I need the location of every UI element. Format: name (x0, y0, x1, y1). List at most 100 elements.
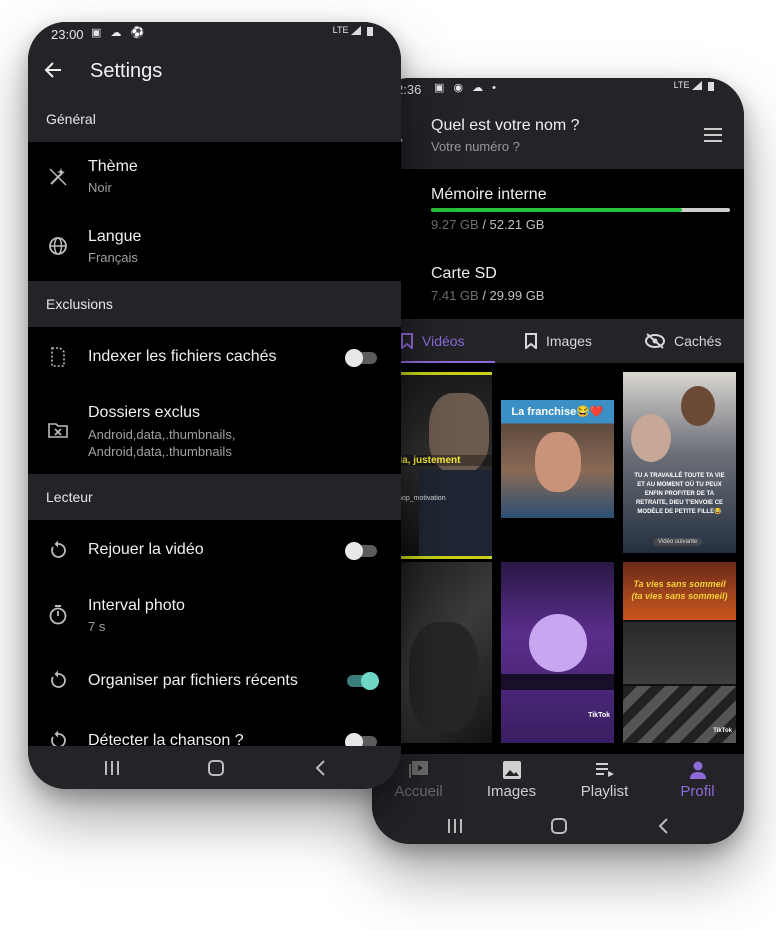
network-type: LTE (332, 25, 349, 35)
person-figure (535, 432, 581, 492)
replay-icon (51, 670, 66, 688)
person-icon (689, 761, 706, 779)
next-video-chip[interactable]: Vidéo suivante (653, 538, 703, 546)
setting-value: Noir (88, 180, 112, 195)
storage-progress-fill (431, 208, 683, 212)
nav-playlist[interactable]: Playlist (558, 754, 651, 808)
back-arrow-icon[interactable] (43, 60, 63, 80)
video-watermark: TikTok (588, 712, 610, 719)
nav-images[interactable]: Images (465, 754, 558, 808)
replay-icon (51, 540, 66, 558)
home-icon[interactable] (207, 759, 225, 777)
storage-title: Carte SD (431, 265, 497, 282)
network-type: LTE (673, 80, 690, 90)
image-icon (502, 761, 521, 779)
video-thumbnail[interactable]: Ta vies sans sommeil (ta vies sans somme… (623, 562, 736, 743)
storage-total: 29.99 GB (489, 288, 545, 303)
video-watermark: TikTok (713, 728, 732, 734)
setting-title: Thème (88, 158, 138, 175)
setting-title: Indexer les fichiers cachés (88, 348, 277, 365)
toggle-knob (345, 349, 363, 367)
setting-photo-interval[interactable]: Interval photo 7 s (28, 580, 401, 650)
toggle-knob (345, 542, 363, 560)
storage-used: 7.41 GB (431, 288, 479, 303)
tab-images[interactable]: Images (524, 319, 592, 363)
storage-internal[interactable]: Mémoire interne 9.27 GB / 52.21 GB (372, 169, 744, 245)
status-time: 23:00 (51, 27, 84, 42)
setting-replay-video[interactable]: Rejouer la vidéo (28, 520, 401, 580)
storage-usage: 7.41 GB / 29.99 GB (431, 288, 544, 303)
child-figure (681, 386, 715, 426)
toggle-switch[interactable] (347, 672, 379, 690)
system-navigation-bar (372, 808, 744, 844)
profile-name[interactable]: Quel est votre nom ? (431, 117, 580, 135)
setting-language[interactable]: Langue Français (28, 212, 401, 281)
playlist-icon (595, 763, 614, 777)
tab-label: Images (546, 333, 592, 349)
toggle-knob (345, 733, 363, 746)
globe-icon (49, 237, 67, 255)
toggle-switch[interactable] (345, 542, 377, 560)
tab-videos[interactable]: Vidéos (372, 319, 495, 363)
signal-battery-icon: LTE (674, 80, 718, 91)
setting-sort-recent[interactable]: Organiser par fichiers récents (28, 650, 401, 710)
notification-icons: ▣ ◉ ☁ • (434, 82, 500, 94)
person-figure (409, 622, 479, 732)
moon-shape (529, 614, 587, 672)
toggle-knob (361, 672, 379, 690)
system-navigation-bar (28, 746, 401, 789)
nav-profile[interactable]: Profil (651, 754, 744, 808)
bookmark-icon (401, 333, 413, 349)
nav-label: Playlist (580, 783, 629, 800)
bookmark-icon (525, 333, 537, 349)
settings-phone: 23:00 ▣ ☁ ⚽ LTE Settings Général Thème N… (28, 22, 401, 789)
section-header-player: Lecteur (28, 474, 401, 520)
status-bar: 23:00 ▣ ☁ ⚽ LTE (28, 22, 401, 48)
recents-icon[interactable] (104, 760, 120, 775)
setting-title: Organiser par fichiers récents (88, 672, 298, 689)
signal-icon (351, 25, 373, 36)
recents-icon[interactable] (447, 819, 463, 833)
setting-detect-song[interactable]: Détecter la chanson ? (28, 710, 401, 746)
setting-title: Langue (88, 228, 142, 245)
toggle-switch[interactable] (345, 349, 377, 367)
video-thumbnail[interactable]: TikTok (501, 562, 614, 743)
menu-icon[interactable] (704, 128, 722, 142)
bottom-navigation: Accueil Images Playlist Profil (372, 754, 744, 808)
storage-total: 52.21 GB (489, 217, 545, 232)
video-caption: La franchise😂❤️ (511, 406, 604, 418)
tab-hidden[interactable]: Cachés (644, 319, 721, 363)
replay-icon (51, 730, 66, 746)
setting-excluded-folders[interactable]: Dossiers exclus Android,data,.thumbnails… (28, 387, 401, 474)
video-caption: Ta vies sans sommeil (ta vies sans somme… (631, 579, 728, 601)
storage-used: 9.27 GB (431, 217, 479, 232)
media-tabs: Vidéos Images Cachés (372, 319, 744, 363)
video-thumbnail[interactable]: La franchise😂❤️ (501, 372, 614, 553)
tab-label: Vidéos (422, 333, 465, 349)
hidden-file-icon (51, 347, 65, 367)
storage-sd-card[interactable]: Carte SD 7.41 GB / 29.99 GB (372, 245, 744, 319)
home-icon[interactable] (550, 817, 568, 835)
toggle-switch[interactable] (345, 733, 377, 746)
video-thumbnail[interactable]: TU A TRAVAILLÉ TOUTE TA VIE ET AU MOMENT… (623, 372, 736, 553)
section-label: Général (46, 111, 96, 127)
video-caption: TU A TRAVAILLÉ TOUTE TA VIE ET AU MOMENT… (634, 473, 725, 515)
setting-theme[interactable]: Thème Noir (28, 142, 401, 212)
nav-label: Images (486, 783, 537, 800)
profile-phone-number[interactable]: Votre numéro ? (431, 139, 520, 154)
signal-battery-icon: LTE (333, 25, 377, 36)
setting-index-hidden-files[interactable]: Indexer les fichiers cachés (28, 327, 401, 387)
setting-title: Dossiers exclus (88, 404, 201, 421)
signal-icon (692, 80, 714, 91)
section-header-general: Général (28, 96, 401, 142)
video-grid: podia, justement @hop_motivation La fran… (372, 363, 744, 754)
ground-shape (501, 674, 614, 690)
storage-progress-bar (431, 208, 730, 212)
timer-icon (49, 605, 67, 625)
page-title: Settings (90, 60, 163, 82)
setting-title: Interval photo (88, 597, 185, 614)
back-icon[interactable] (657, 818, 669, 834)
storage-usage: 9.27 GB / 52.21 GB (431, 217, 544, 232)
setting-value-line: Android,data,.thumbnails (88, 444, 232, 459)
back-icon[interactable] (314, 759, 326, 776)
